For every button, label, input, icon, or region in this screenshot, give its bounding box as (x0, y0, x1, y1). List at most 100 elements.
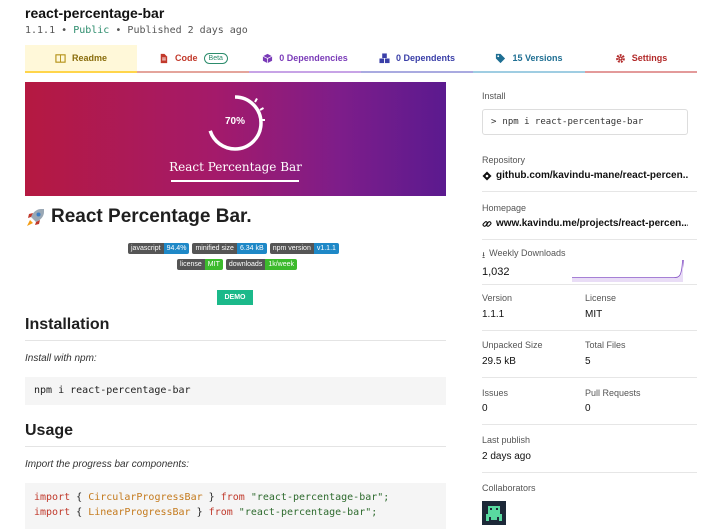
readme-heading: React Percentage Bar. (25, 206, 252, 228)
banner-underline (171, 180, 299, 182)
package-tabs: Readme Code Beta 0 Dependencies 0 Depend… (25, 45, 697, 73)
tab-versions[interactable]: 15 Versions (473, 45, 585, 73)
homepage-label: Homepage (482, 203, 527, 213)
downloads-badge[interactable]: downloads 1k/week (225, 259, 298, 270)
code-keyword: from (208, 507, 233, 518)
repository-link[interactable]: github.com/kavindu-mane/react-percen... (482, 170, 688, 181)
homepage-url: www.kavindu.me/projects/react-percen... (496, 218, 688, 229)
license-badge[interactable]: license MIT (177, 259, 223, 270)
visibility-label: Public (73, 25, 110, 36)
package-version: 1.1.1 (25, 25, 56, 36)
usage-note: Import the progress bar components: (25, 459, 189, 470)
badge-value: MIT (204, 259, 223, 270)
repository-url: github.com/kavindu-mane/react-percen... (496, 170, 688, 181)
javascript-badge[interactable]: javascript 94.4% (128, 243, 190, 254)
readme-icon (55, 53, 66, 63)
progress-percent-label: 70% (224, 116, 245, 127)
prompt-icon: > (491, 117, 497, 127)
tab-label: 15 Versions (512, 53, 563, 63)
readme-banner: 70% React Percentage Bar (25, 82, 446, 196)
gear-icon (615, 53, 625, 63)
badge-value: 6.34 kB (236, 243, 267, 254)
install-command-box[interactable]: > npm i react-percentage-bar (482, 109, 688, 135)
total-files-value: 5 (585, 356, 591, 367)
tab-dependencies[interactable]: 0 Dependencies (249, 45, 361, 73)
homepage-link[interactable]: www.kavindu.me/projects/react-percen... (482, 218, 688, 229)
download-icon: ⭳ (482, 250, 486, 260)
badge-label: npm version (269, 243, 314, 254)
meta-separator: • (115, 25, 122, 36)
unpacked-size-label: Unpacked Size (482, 340, 543, 350)
badge-label: javascript (128, 243, 164, 254)
sidebar-install-command: npm i react-percentage-bar (502, 117, 644, 127)
published-date: Published 2 days ago (127, 25, 248, 36)
meta-separator: • (61, 25, 68, 36)
downloads-sparkline (572, 259, 684, 282)
code-line: import { CircularProgressBar } from "rea… (34, 490, 446, 505)
code-keyword: from (220, 492, 245, 503)
collaborator-avatar[interactable] (482, 501, 506, 525)
section-divider (25, 446, 446, 447)
license-value: MIT (585, 309, 603, 320)
repository-label: Repository (482, 155, 526, 165)
tab-settings[interactable]: Settings (585, 45, 697, 73)
tab-label: Code (175, 53, 198, 63)
tab-code[interactable]: Code Beta (137, 45, 249, 73)
link-icon (482, 220, 492, 227)
tab-label: Readme (71, 53, 107, 63)
installation-heading: Installation (25, 316, 110, 333)
code-identifier: LinearProgressBar (88, 507, 191, 518)
code-punct: } (196, 507, 203, 518)
usage-code-block: import { CircularProgressBar } from "rea… (25, 483, 446, 529)
sidebar-divider (482, 424, 697, 425)
code-keyword: import (34, 492, 71, 503)
version-label: Version (482, 293, 513, 303)
tab-readme[interactable]: Readme (25, 45, 137, 73)
section-divider (25, 340, 446, 341)
code-icon (160, 53, 168, 63)
code-punct: { (76, 507, 83, 518)
code-identifier: CircularProgressBar (88, 492, 203, 503)
install-code-block: npm i react-percentage-bar (25, 377, 446, 405)
badge-value: 94.4% (163, 243, 190, 254)
readme-heading-text: React Percentage Bar. (51, 206, 252, 227)
pull-requests-value[interactable]: 0 (585, 403, 685, 414)
tab-label: Settings (631, 53, 668, 63)
minified-size-badge[interactable]: minified size 6.34 kB (192, 243, 267, 254)
total-files-label: Total Files (585, 340, 626, 350)
package-meta: 1.1.1 • Public • Published 2 days ago (25, 25, 248, 36)
install-note: Install with npm: (25, 353, 97, 364)
code-line: import { LinearProgressBar } from "react… (34, 505, 446, 520)
code-keyword: import (34, 507, 71, 518)
usage-heading: Usage (25, 422, 74, 439)
version-value: 1.1.1 (482, 309, 505, 320)
collaborators-label: Collaborators (482, 483, 536, 493)
sidebar-divider (482, 239, 697, 240)
badge-row: license MIT downloads 1k/week (177, 259, 298, 270)
code-punct: } (208, 492, 215, 503)
last-publish-label: Last publish (482, 435, 531, 445)
boxes-icon (379, 52, 390, 63)
github-icon (482, 171, 492, 180)
demo-button[interactable]: DEMO (217, 290, 253, 305)
npm-version-badge[interactable]: npm version v1.1.1 (269, 243, 339, 254)
pull-requests-label: Pull Requests (585, 388, 641, 398)
rocket-icon (27, 209, 44, 226)
code-punct: { (76, 492, 83, 503)
badge-value: 1k/week (265, 259, 298, 270)
sidebar-divider (482, 284, 697, 285)
issues-value[interactable]: 0 (482, 403, 582, 414)
tab-label: 0 Dependents (395, 53, 455, 63)
sidebar-divider (482, 472, 697, 473)
sidebar-divider (482, 191, 697, 192)
tag-icon (496, 53, 506, 63)
weekly-downloads-label: Weekly Downloads (489, 248, 566, 258)
beta-badge: Beta (203, 52, 228, 64)
install-label: Install (482, 91, 506, 101)
package-title: react-percentage-bar (25, 5, 165, 21)
code-string: "react-percentage-bar"; (250, 492, 390, 503)
tab-dependents[interactable]: 0 Dependents (361, 45, 473, 73)
badge-row: javascript 94.4% minified size 6.34 kB npm… (128, 243, 339, 254)
install-command: npm i react-percentage-bar (34, 385, 191, 396)
badge-label: minified size (192, 243, 237, 254)
